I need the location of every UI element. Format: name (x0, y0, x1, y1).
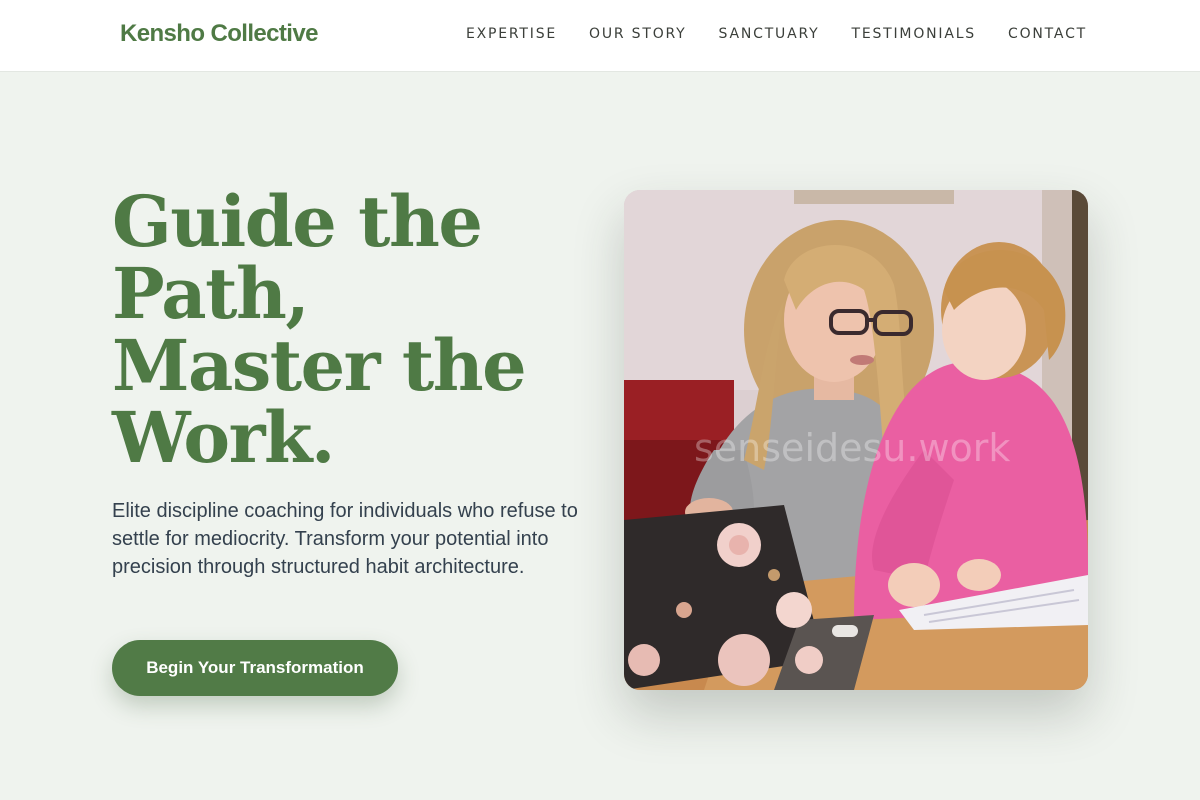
hero-photo-illustration (624, 190, 1088, 690)
nav-link-testimonials[interactable]: TESTIMONIALS (851, 26, 976, 42)
site-header: Kensho Collective EXPERTISE OUR STORY SA… (0, 0, 1200, 72)
nav-link-expertise[interactable]: EXPERTISE (466, 26, 557, 42)
hero-description: Elite discipline coaching for individual… (112, 500, 578, 578)
nav-link-contact[interactable]: CONTACT (1008, 26, 1087, 42)
main-nav: EXPERTISE OUR STORY SANCTUARY TESTIMONIA… (466, 26, 1087, 42)
hero-title-line: Path, (112, 252, 310, 335)
hero-title-line: Master the (112, 324, 527, 407)
nav-link-our-story[interactable]: OUR STORY (589, 26, 687, 42)
brand-logo[interactable]: Kensho Collective (120, 20, 318, 48)
begin-transformation-button[interactable]: Begin Your Transformation (112, 640, 398, 696)
hero-photo: senseidesu.work (624, 190, 1088, 690)
hero-title: Guide the Path, Master the Work. (112, 186, 582, 474)
nav-link-sanctuary[interactable]: SANCTUARY (719, 26, 820, 42)
hero-title-line: Guide the (112, 180, 483, 263)
hero-title-line: Work. (112, 396, 335, 479)
